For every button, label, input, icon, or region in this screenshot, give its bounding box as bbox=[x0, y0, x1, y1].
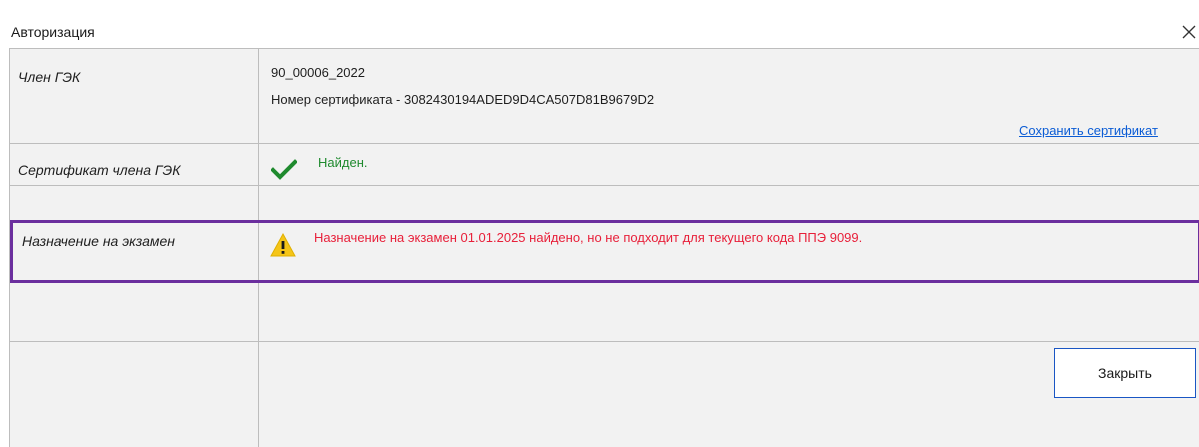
table-border-top bbox=[9, 48, 1199, 49]
window-title: Авторизация bbox=[11, 24, 95, 40]
gek-member-id: 90_00006_2022 bbox=[271, 65, 365, 80]
title-bar: Авторизация bbox=[0, 0, 1199, 44]
row-divider bbox=[9, 143, 1199, 144]
certificate-number: Номер сертификата - 3082430194ADED9D4CA5… bbox=[271, 92, 655, 107]
authorization-dialog: Авторизация Член ГЭК 90_00006_2022 Номер… bbox=[0, 0, 1199, 447]
close-icon[interactable] bbox=[1173, 20, 1199, 44]
certificate-label: Сертификат члена ГЭК bbox=[18, 162, 181, 178]
save-certificate-link[interactable]: Сохранить сертификат bbox=[1019, 123, 1158, 138]
checkmark-icon bbox=[270, 159, 298, 186]
row-divider bbox=[9, 341, 1199, 342]
close-button[interactable]: Закрыть bbox=[1054, 348, 1196, 398]
certificate-status: Найден. bbox=[318, 155, 368, 170]
highlight-frame bbox=[10, 220, 1199, 283]
row-divider bbox=[9, 185, 1199, 186]
gek-member-label: Член ГЭК bbox=[18, 69, 81, 85]
